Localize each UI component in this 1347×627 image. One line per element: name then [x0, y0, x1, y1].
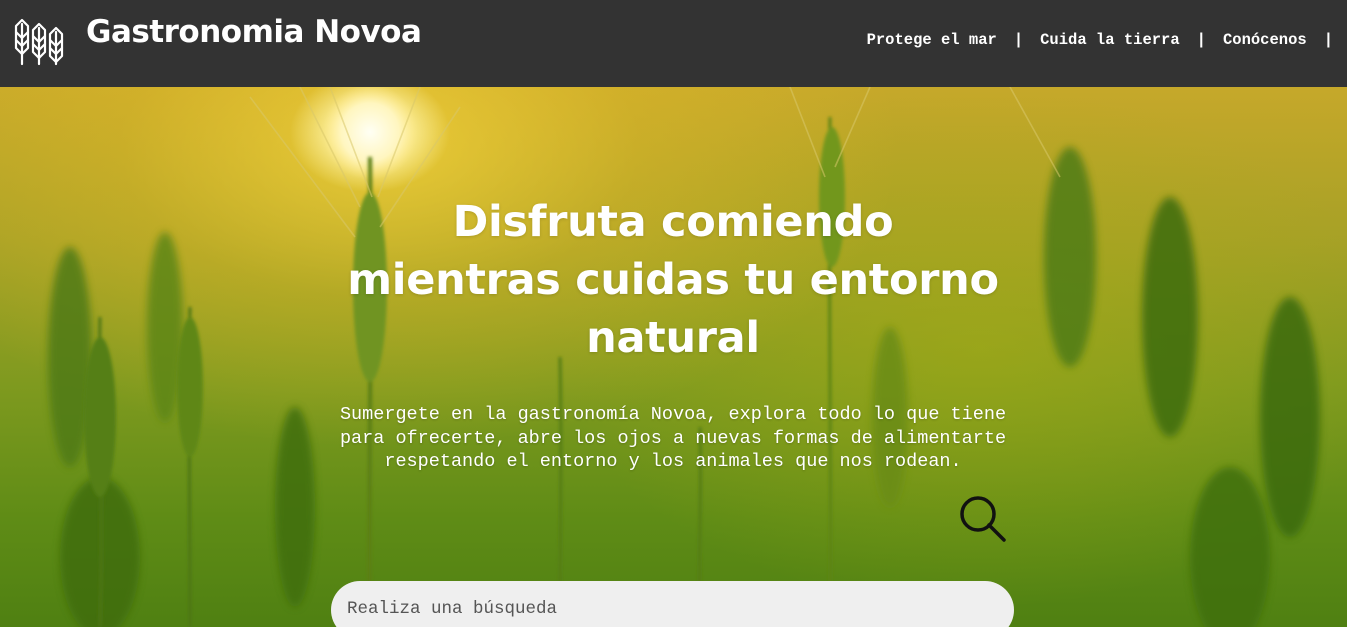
main-nav: Protege el mar | Cuida la tierra | Conóc…	[867, 31, 1333, 49]
headline-line: natural	[586, 313, 760, 363]
hero-headline: Disfruta comiendo mientras cuidas tu ent…	[273, 193, 1073, 367]
nav-link-protege-el-mar[interactable]: Protege el mar	[867, 31, 997, 49]
wheat-icon[interactable]	[11, 14, 69, 66]
search-bar	[331, 581, 1014, 627]
nav-link-cuida-la-tierra[interactable]: Cuida la tierra	[1040, 31, 1180, 49]
nav-separator: |	[1196, 31, 1206, 49]
search-icon[interactable]	[958, 494, 1008, 544]
headline-line: mientras cuidas tu entorno	[347, 255, 999, 305]
hero-description: Sumergete en la gastronomía Novoa, explo…	[339, 404, 1007, 472]
nav-separator: |	[1323, 31, 1333, 49]
headline-line: Disfruta comiendo	[452, 197, 894, 247]
hero-banner: Disfruta comiendo mientras cuidas tu ent…	[0, 87, 1347, 627]
nav-separator: |	[1013, 31, 1024, 49]
search-input[interactable]	[347, 589, 947, 627]
top-nav-bar: Gastronomia Novoa Protege el mar | Cuida…	[0, 0, 1347, 87]
brand-title[interactable]: Gastronomia Novoa	[86, 14, 422, 50]
nav-link-conocenos[interactable]: Conócenos	[1223, 31, 1307, 49]
